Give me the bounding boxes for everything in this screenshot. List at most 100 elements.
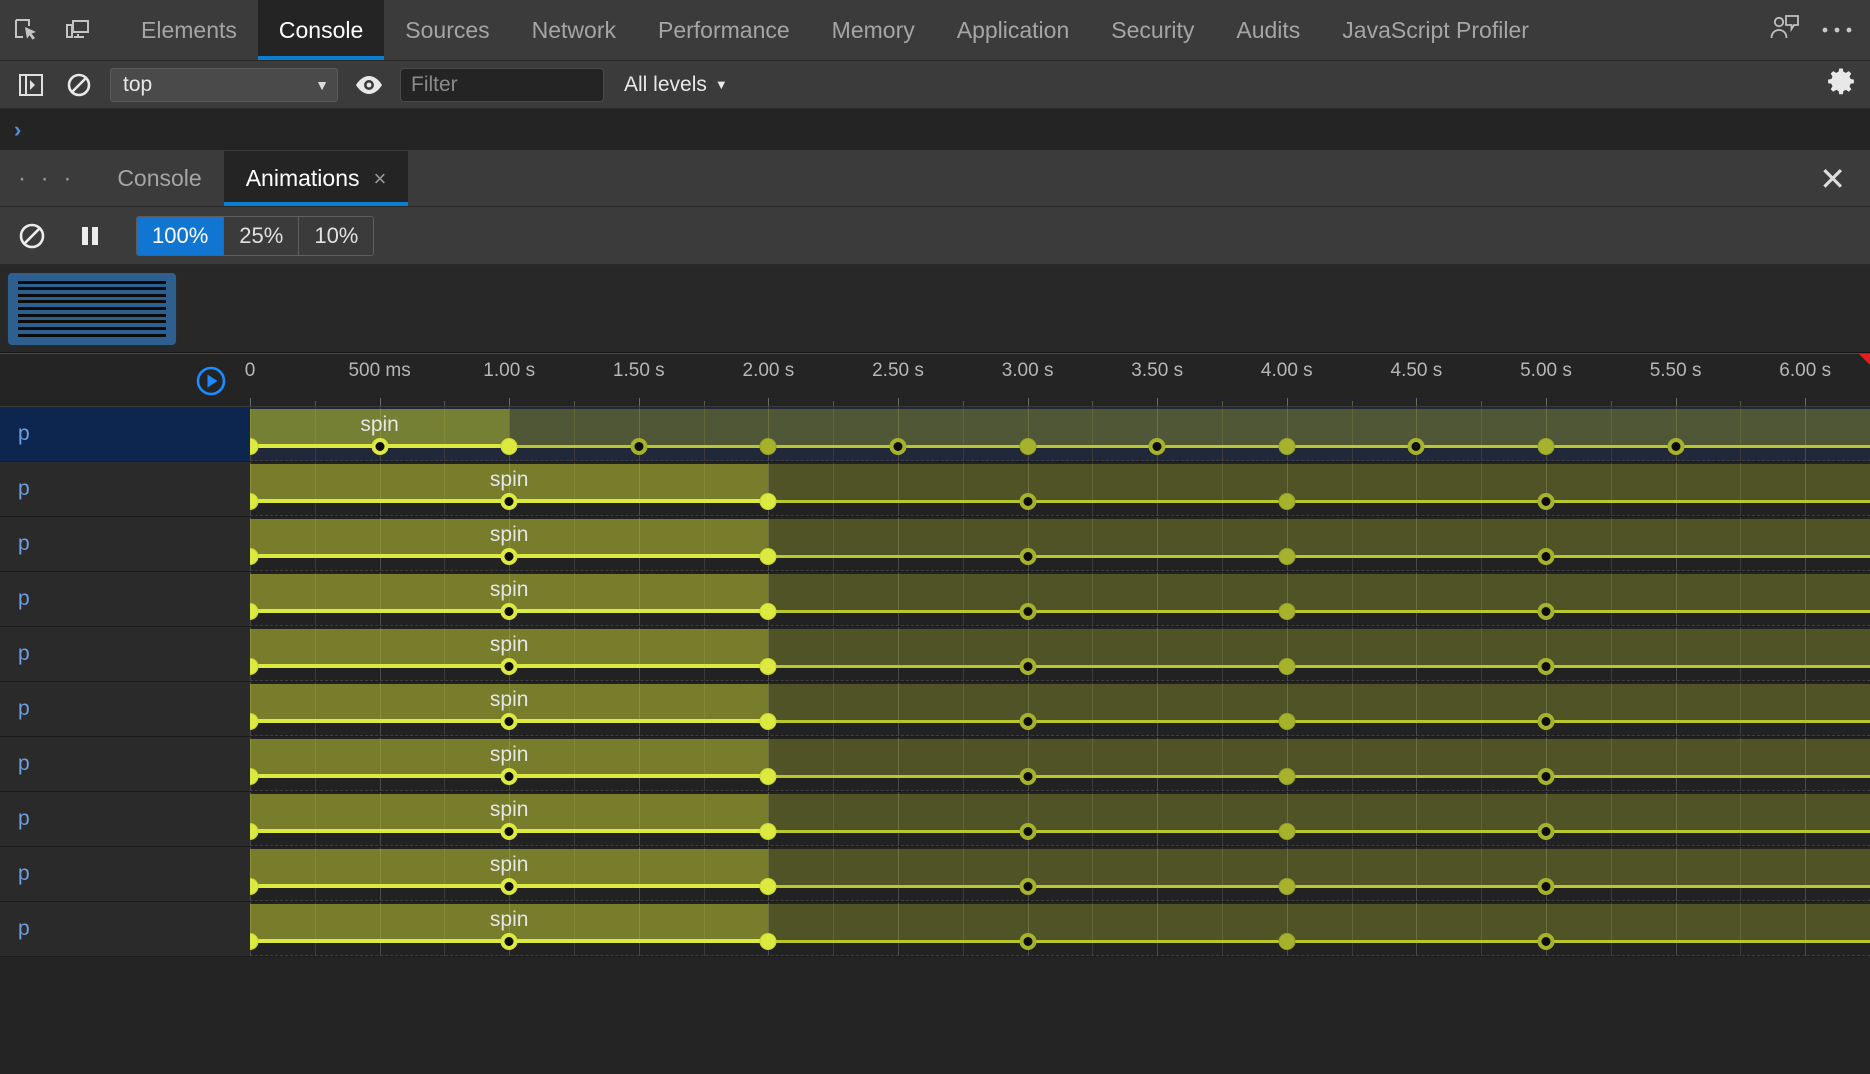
- speed-button-25[interactable]: 25%: [224, 216, 300, 255]
- animation-keyframe-dot[interactable]: [1537, 823, 1555, 840]
- tab-audits[interactable]: Audits: [1215, 0, 1321, 60]
- animation-keyframe-dot[interactable]: [500, 713, 518, 730]
- animation-keyframe-dot[interactable]: [1278, 713, 1296, 730]
- animation-keyframe-dot[interactable]: [1278, 438, 1296, 455]
- animation-keyframe-dot[interactable]: [1278, 548, 1296, 565]
- tab-application[interactable]: Application: [936, 0, 1091, 60]
- animation-row-node-name[interactable]: p: [0, 517, 250, 571]
- animation-row-track[interactable]: spin: [250, 572, 1870, 626]
- animation-keyframe-dot[interactable]: [1278, 493, 1296, 510]
- animation-keyframe-dot[interactable]: [500, 768, 518, 785]
- animation-keyframe-dot[interactable]: [1148, 438, 1166, 455]
- animation-row[interactable]: p spin: [0, 517, 1870, 572]
- animation-keyframe-dot[interactable]: [1278, 768, 1296, 785]
- clear-all-animations-icon[interactable]: [14, 218, 50, 254]
- animation-keyframe-dot[interactable]: [759, 493, 777, 510]
- animation-keyframe-dot[interactable]: [759, 823, 777, 840]
- tab-sources[interactable]: Sources: [384, 0, 510, 60]
- animation-keyframe-dot[interactable]: [1278, 823, 1296, 840]
- device-toolbar-icon[interactable]: [52, 0, 104, 60]
- close-icon[interactable]: ×: [373, 166, 386, 192]
- animation-keyframe-dot[interactable]: [500, 603, 518, 620]
- animation-row-node-name[interactable]: p: [0, 737, 250, 791]
- drawer-more-tabs-icon[interactable]: · · ·: [0, 151, 95, 206]
- animation-keyframe-dot[interactable]: [1278, 933, 1296, 950]
- replay-animation-icon[interactable]: [194, 364, 228, 398]
- animation-keyframe-dot[interactable]: [1537, 768, 1555, 785]
- animation-keyframe-dot[interactable]: [1537, 438, 1555, 455]
- drawer-tab-animations[interactable]: Animations ×: [223, 151, 409, 206]
- animation-row-track[interactable]: spin: [250, 902, 1870, 956]
- gear-icon[interactable]: [1826, 67, 1856, 102]
- animation-row[interactable]: p spin: [0, 682, 1870, 737]
- tab-security[interactable]: Security: [1090, 0, 1215, 60]
- animation-row-track[interactable]: spin: [250, 682, 1870, 736]
- animation-group-preview[interactable]: [8, 272, 176, 345]
- animation-keyframe-dot[interactable]: [1278, 878, 1296, 895]
- animation-row-track[interactable]: spin: [250, 847, 1870, 901]
- animation-keyframe-dot[interactable]: [500, 548, 518, 565]
- animation-row-node-name[interactable]: p: [0, 462, 250, 516]
- tab-memory[interactable]: Memory: [811, 0, 936, 60]
- animation-row[interactable]: p spin: [0, 572, 1870, 627]
- animation-keyframe-dot[interactable]: [1407, 438, 1425, 455]
- animation-keyframe-dot[interactable]: [1019, 933, 1037, 950]
- animation-keyframe-dot[interactable]: [759, 933, 777, 950]
- animation-keyframe-dot[interactable]: [500, 658, 518, 675]
- animation-keyframe-dot[interactable]: [1019, 878, 1037, 895]
- animation-row[interactable]: p spin: [0, 847, 1870, 902]
- pause-all-animations-icon[interactable]: [72, 218, 108, 254]
- live-expression-eye-icon[interactable]: [352, 68, 386, 102]
- tab-console[interactable]: Console: [257, 0, 385, 60]
- animation-row-node-name[interactable]: p: [0, 847, 250, 901]
- animation-row[interactable]: p spin: [0, 627, 1870, 682]
- animation-row[interactable]: p spin: [0, 902, 1870, 957]
- animation-keyframe-dot[interactable]: [1278, 603, 1296, 620]
- animation-row[interactable]: p spin: [0, 407, 1870, 462]
- animation-keyframe-dot[interactable]: [1537, 878, 1555, 895]
- animation-row-node-name[interactable]: p: [0, 902, 250, 956]
- animation-row-node-name[interactable]: p: [0, 572, 250, 626]
- log-level-select[interactable]: All levels ▼: [624, 73, 728, 97]
- animation-iteration-band[interactable]: [1805, 464, 1870, 501]
- animation-keyframe-dot[interactable]: [500, 493, 518, 510]
- speed-button-10[interactable]: 10%: [299, 216, 374, 255]
- animation-row[interactable]: p spin: [0, 792, 1870, 847]
- clear-console-icon[interactable]: [62, 68, 96, 102]
- animation-row-node-name[interactable]: p: [0, 407, 250, 461]
- animation-keyframe-dot[interactable]: [759, 768, 777, 785]
- animation-iteration-band[interactable]: [1805, 629, 1870, 666]
- animation-keyframe-dot[interactable]: [1019, 768, 1037, 785]
- close-drawer-icon[interactable]: ✕: [1819, 151, 1870, 206]
- animation-keyframe-dot[interactable]: [1537, 603, 1555, 620]
- animation-keyframe-dot[interactable]: [1019, 713, 1037, 730]
- tab-network[interactable]: Network: [511, 0, 637, 60]
- animation-keyframe-dot[interactable]: [759, 603, 777, 620]
- animation-keyframe-dot[interactable]: [1019, 603, 1037, 620]
- animation-keyframe-dot[interactable]: [1537, 493, 1555, 510]
- animation-keyframe-dot[interactable]: [759, 658, 777, 675]
- animation-keyframe-dot[interactable]: [630, 438, 648, 455]
- animation-iteration-band[interactable]: [1805, 794, 1870, 831]
- animation-row-track[interactable]: spin: [250, 462, 1870, 516]
- animation-keyframe-dot[interactable]: [1667, 438, 1685, 455]
- animation-iteration-band[interactable]: [1805, 519, 1870, 556]
- show-console-sidebar-icon[interactable]: [14, 68, 48, 102]
- animation-row[interactable]: p spin: [0, 737, 1870, 792]
- animation-keyframe-dot[interactable]: [500, 878, 518, 895]
- animation-keyframe-dot[interactable]: [1537, 548, 1555, 565]
- console-prompt-row[interactable]: ›: [0, 109, 1870, 151]
- animation-keyframe-dot[interactable]: [1019, 548, 1037, 565]
- animation-row-node-name[interactable]: p: [0, 792, 250, 846]
- account-feedback-icon[interactable]: [1770, 14, 1800, 47]
- animation-row[interactable]: p spin: [0, 462, 1870, 517]
- inspect-element-icon[interactable]: [0, 0, 52, 60]
- animation-keyframe-dot[interactable]: [1019, 823, 1037, 840]
- animation-row-node-name[interactable]: p: [0, 682, 250, 736]
- animation-keyframe-dot[interactable]: [759, 548, 777, 565]
- timeline-ruler[interactable]: 0 500 ms 1.00 s 1.50 s 2.00 s 2.50 s 3.00 s 3.5…: [0, 353, 1870, 407]
- animation-keyframe-dot[interactable]: [889, 438, 907, 455]
- animation-keyframe-dot[interactable]: [371, 438, 389, 455]
- animation-row-track[interactable]: spin: [250, 517, 1870, 571]
- more-options-icon[interactable]: [1822, 21, 1852, 39]
